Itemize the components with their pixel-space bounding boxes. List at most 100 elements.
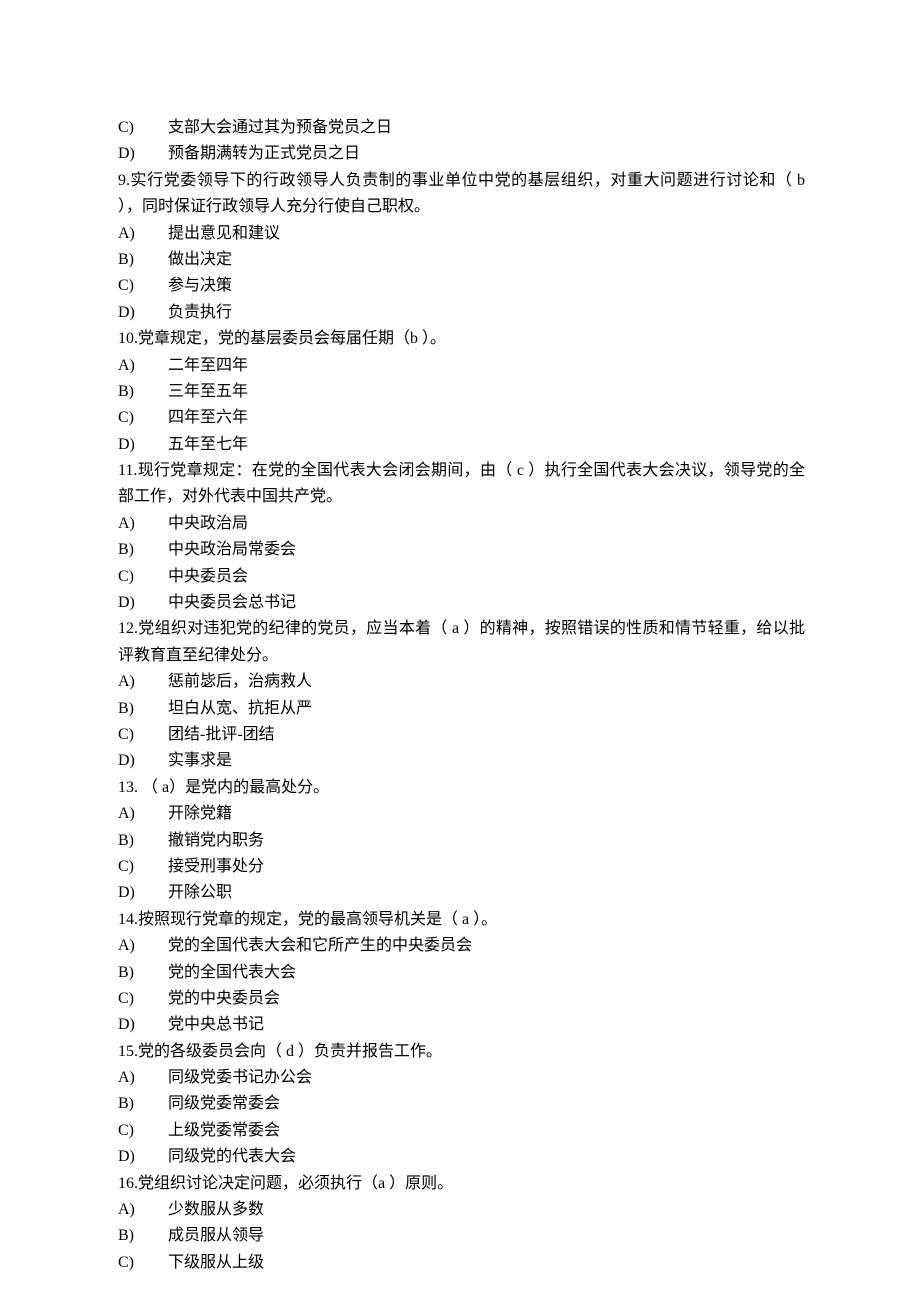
option-text: 同级党委常委会 xyxy=(168,1091,805,1117)
option-text: 上级党委常委会 xyxy=(168,1118,805,1144)
option-text: 参与决策 xyxy=(168,273,805,299)
option-row: D)五年至七年 xyxy=(118,432,805,458)
option-row: C)中央委员会 xyxy=(118,564,805,590)
option-row: B)坦白从宽、抗拒从严 xyxy=(118,696,805,722)
question-text: 10.党章规定，党的基层委员会每届任期（b ）。 xyxy=(118,326,805,352)
option-letter: B) xyxy=(118,960,168,986)
option-row: C)党的中央委员会 xyxy=(118,986,805,1012)
option-row: A)同级党委书记办公会 xyxy=(118,1065,805,1091)
option-letter: C) xyxy=(118,115,168,141)
option-row: C)参与决策 xyxy=(118,273,805,299)
option-row: B)三年至五年 xyxy=(118,379,805,405)
option-letter: C) xyxy=(118,986,168,1012)
option-row: C)四年至六年 xyxy=(118,405,805,431)
option-text: 中央政治局常委会 xyxy=(168,537,805,563)
option-row: D)党中央总书记 xyxy=(118,1012,805,1038)
option-letter: C) xyxy=(118,405,168,431)
option-row: B)做出决定 xyxy=(118,247,805,273)
option-row: C)接受刑事处分 xyxy=(118,854,805,880)
option-letter: C) xyxy=(118,722,168,748)
question-text: 12.党组织对违犯党的纪律的党员，应当本着（ a ）的精神，按照错误的性质和情节… xyxy=(118,616,805,669)
option-row: C)下级服从上级 xyxy=(118,1250,805,1276)
option-text: 中央委员会 xyxy=(168,564,805,590)
option-row: B)撤销党内职务 xyxy=(118,828,805,854)
option-row: A)开除党籍 xyxy=(118,801,805,827)
option-row: D)负责执行 xyxy=(118,300,805,326)
option-row: B)党的全国代表大会 xyxy=(118,960,805,986)
option-letter: B) xyxy=(118,247,168,273)
option-letter: D) xyxy=(118,880,168,906)
question-text: 15.党的各级委员会向（ d ）负责并报告工作。 xyxy=(118,1039,805,1065)
option-row: A)党的全国代表大会和它所产生的中央委员会 xyxy=(118,933,805,959)
option-text: 惩前毖后，治病救人 xyxy=(168,669,805,695)
option-row: A)提出意见和建议 xyxy=(118,221,805,247)
option-text: 三年至五年 xyxy=(168,379,805,405)
option-letter: A) xyxy=(118,669,168,695)
option-text: 做出决定 xyxy=(168,247,805,273)
option-text: 四年至六年 xyxy=(168,405,805,431)
option-letter: A) xyxy=(118,511,168,537)
option-row: C)团结-批评-团结 xyxy=(118,722,805,748)
question-text: 14.按照现行党章的规定，党的最高领导机关是（ a ）。 xyxy=(118,907,805,933)
option-row: B)成员服从领导 xyxy=(118,1223,805,1249)
option-row: D)同级党的代表大会 xyxy=(118,1144,805,1170)
option-text: 下级服从上级 xyxy=(168,1250,805,1276)
option-text: 少数服从多数 xyxy=(168,1197,805,1223)
option-letter: A) xyxy=(118,801,168,827)
option-letter: D) xyxy=(118,590,168,616)
option-letter: A) xyxy=(118,353,168,379)
option-text: 党的全国代表大会 xyxy=(168,960,805,986)
option-letter: D) xyxy=(118,1144,168,1170)
question-text: 9.实行党委领导下的行政领导人负责制的事业单位中党的基层组织，对重大问题进行讨论… xyxy=(118,168,805,221)
option-row: D)预备期满转为正式党员之日 xyxy=(118,141,805,167)
option-row: D)实事求是 xyxy=(118,748,805,774)
option-letter: D) xyxy=(118,748,168,774)
option-text: 同级党委书记办公会 xyxy=(168,1065,805,1091)
option-letter: B) xyxy=(118,828,168,854)
option-letter: C) xyxy=(118,1118,168,1144)
option-letter: C) xyxy=(118,854,168,880)
option-text: 开除公职 xyxy=(168,880,805,906)
option-text: 党的全国代表大会和它所产生的中央委员会 xyxy=(168,933,805,959)
option-text: 坦白从宽、抗拒从严 xyxy=(168,696,805,722)
option-row: A)少数服从多数 xyxy=(118,1197,805,1223)
option-text: 实事求是 xyxy=(168,748,805,774)
option-text: 中央委员会总书记 xyxy=(168,590,805,616)
option-letter: B) xyxy=(118,1223,168,1249)
option-letter: A) xyxy=(118,933,168,959)
option-text: 团结-批评-团结 xyxy=(168,722,805,748)
option-text: 支部大会通过其为预备党员之日 xyxy=(168,115,805,141)
option-text: 中央政治局 xyxy=(168,511,805,537)
option-row: B)中央政治局常委会 xyxy=(118,537,805,563)
option-text: 同级党的代表大会 xyxy=(168,1144,805,1170)
option-row: A)中央政治局 xyxy=(118,511,805,537)
option-text: 撤销党内职务 xyxy=(168,828,805,854)
option-letter: B) xyxy=(118,537,168,563)
question-text: 11.现行党章规定：在党的全国代表大会闭会期间，由（ c ）执行全国代表大会决议… xyxy=(118,458,805,511)
option-letter: D) xyxy=(118,300,168,326)
document-page: C)支部大会通过其为预备党员之日D)预备期满转为正式党员之日9.实行党委领导下的… xyxy=(0,0,920,1302)
option-text: 提出意见和建议 xyxy=(168,221,805,247)
option-row: C)支部大会通过其为预备党员之日 xyxy=(118,115,805,141)
option-row: D)中央委员会总书记 xyxy=(118,590,805,616)
option-letter: C) xyxy=(118,273,168,299)
option-text: 接受刑事处分 xyxy=(168,854,805,880)
option-row: C)上级党委常委会 xyxy=(118,1118,805,1144)
option-text: 预备期满转为正式党员之日 xyxy=(168,141,805,167)
question-text: 13. （ a）是党内的最高处分。 xyxy=(118,775,805,801)
option-row: A)二年至四年 xyxy=(118,353,805,379)
option-text: 二年至四年 xyxy=(168,353,805,379)
option-letter: D) xyxy=(118,141,168,167)
option-text: 党中央总书记 xyxy=(168,1012,805,1038)
option-text: 成员服从领导 xyxy=(168,1223,805,1249)
option-letter: C) xyxy=(118,1250,168,1276)
option-letter: D) xyxy=(118,432,168,458)
option-row: B)同级党委常委会 xyxy=(118,1091,805,1117)
option-letter: D) xyxy=(118,1012,168,1038)
option-letter: B) xyxy=(118,379,168,405)
option-letter: A) xyxy=(118,221,168,247)
option-text: 负责执行 xyxy=(168,300,805,326)
option-text: 开除党籍 xyxy=(168,801,805,827)
option-text: 五年至七年 xyxy=(168,432,805,458)
option-letter: A) xyxy=(118,1065,168,1091)
